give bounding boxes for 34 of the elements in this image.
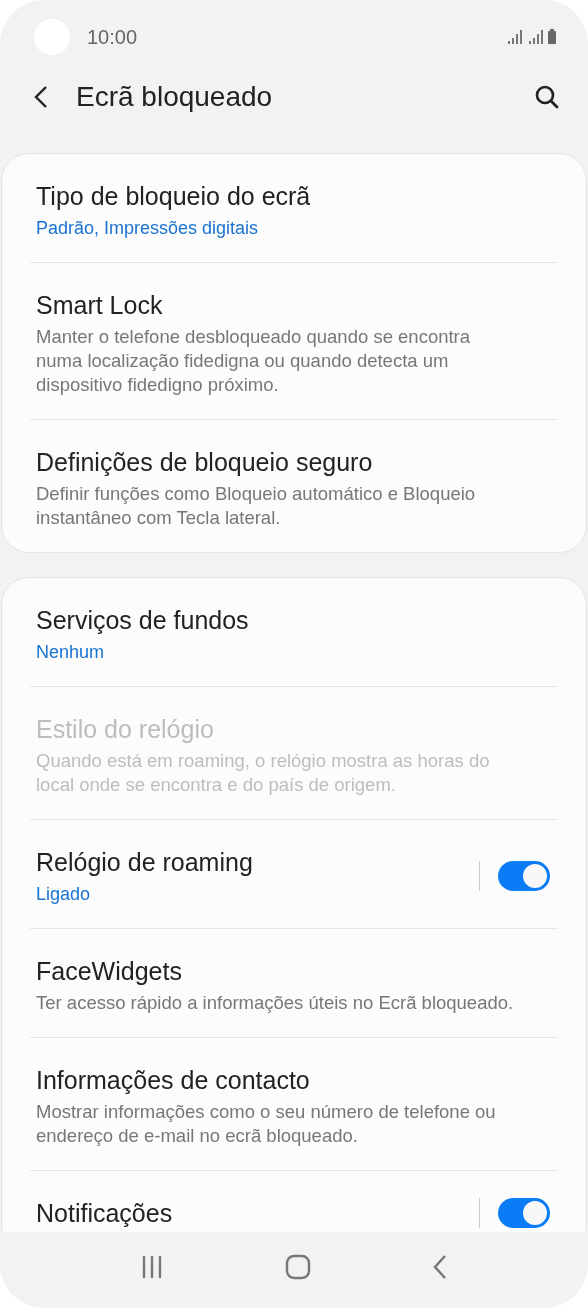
item-value: Nenhum <box>36 641 106 664</box>
item-description: Ter acesso rápido a informações úteis no Ecrã bloqueado. <box>36 991 515 1015</box>
item-value: Ligado <box>36 883 92 906</box>
item-title: Definições de bloqueio seguro <box>36 447 374 478</box>
search-icon <box>534 84 560 110</box>
settings-item[interactable]: Notificações <box>2 1171 586 1232</box>
item-title: Informações de contacto <box>36 1065 311 1096</box>
item-description: Manter o telefone desbloqueado quando se encontra numa localização fidedigna ou quando detecta um dispositivo fidedigno próximo. <box>36 325 472 397</box>
item-title: FaceWidgets <box>36 956 183 987</box>
status-icons <box>508 28 558 46</box>
item-title: Estilo do relógio <box>36 714 215 745</box>
settings-item[interactable]: FaceWidgets Ter acesso rápido a informações úteis no Ecrã bloqueado. <box>2 929 586 1037</box>
status-time: 10:00 <box>87 25 138 49</box>
item-title: Tipo de bloqueio do ecrã <box>36 181 312 212</box>
toggle-switch[interactable] <box>498 861 550 891</box>
settings-item[interactable]: Serviços de fundos Nenhum <box>2 578 586 686</box>
toggle-switch[interactable] <box>498 1198 550 1228</box>
item-title: Smart Lock <box>36 290 164 321</box>
settings-item[interactable]: Tipo de bloqueio do ecrã Padrão, Impressões digitais <box>2 154 586 262</box>
item-value: Padrão, Impressões digitais <box>36 217 260 240</box>
item-description: Quando está em roaming, o relógio mostra as horas do local onde se encontra e do país de origem. <box>36 749 491 797</box>
settings-item[interactable]: Definições de bloqueio seguro Definir funções como Bloqueio automático e Bloqueio instantâneo com Tecla lateral. <box>2 420 586 552</box>
home-icon <box>285 1254 311 1280</box>
item-description: Mostrar informações como o seu número de telefone ou endereço de e-mail no ecrã bloqueado. <box>36 1100 497 1148</box>
settings-item[interactable]: Informações de contacto Mostrar informações como o seu número de telefone ou endereço de e-mail no ecrã bloqueado. <box>2 1038 586 1170</box>
item-title: Notificações <box>36 1198 174 1229</box>
page-title: Ecrã bloqueado <box>76 81 273 113</box>
settings-item[interactable]: Smart Lock Manter o telefone desbloqueado quando se encontra numa localização fidedigna ou quando detecta um dispositivo fidedigno próximo. <box>2 263 586 419</box>
back-icon <box>32 85 50 109</box>
settings-item[interactable]: Relógio de roaming Ligado <box>2 820 586 928</box>
item-title: Serviços de fundos <box>36 605 250 636</box>
back-icon <box>431 1254 448 1280</box>
item-description: Definir funções como Bloqueio automático e Bloqueio instantâneo com Tecla lateral. <box>36 482 477 530</box>
item-title: Relógio de roaming <box>36 847 254 878</box>
